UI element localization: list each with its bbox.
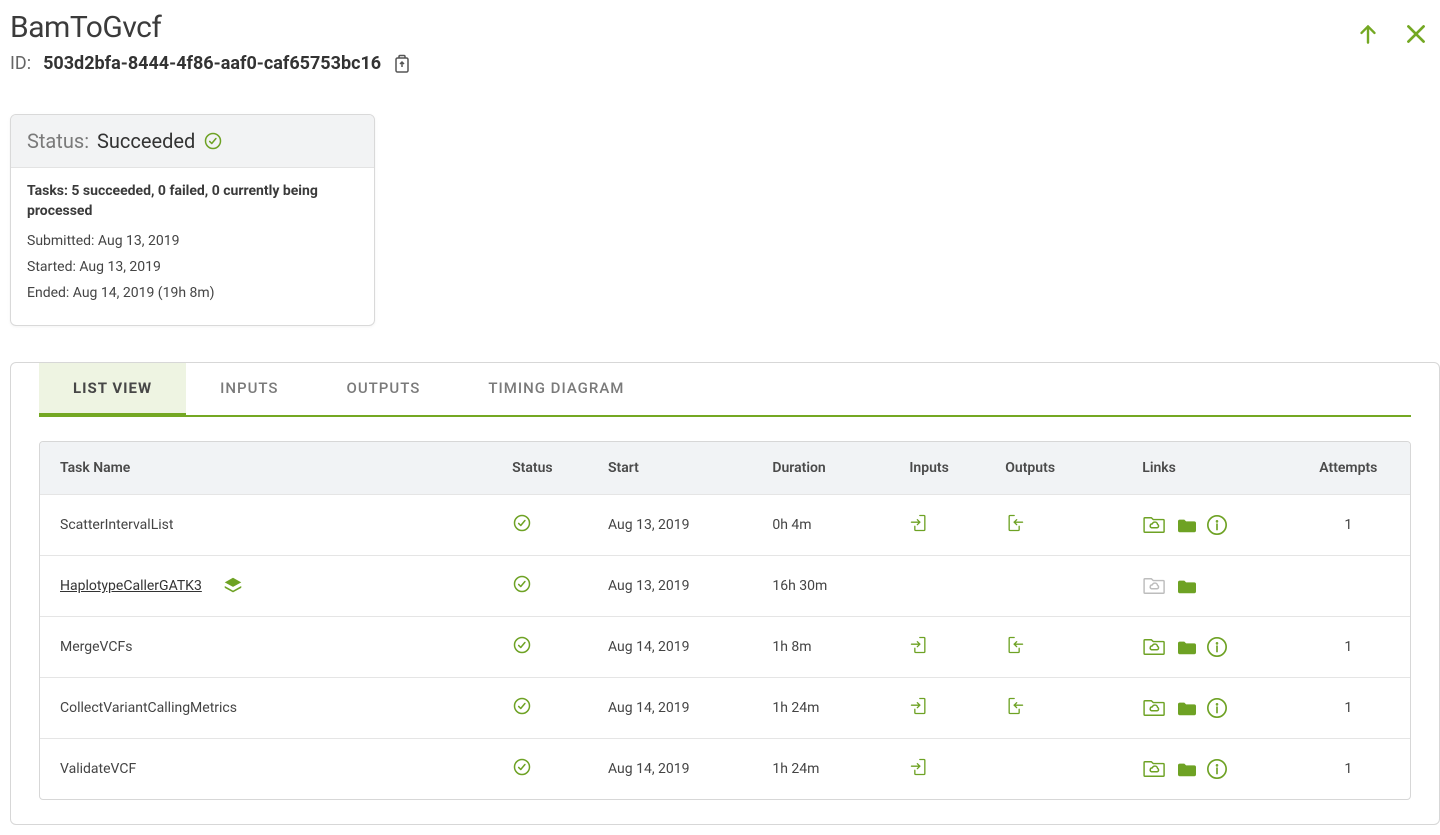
col-task-name[interactable]: Task Name	[40, 442, 492, 495]
inputs-icon[interactable]	[909, 696, 929, 716]
duration-cell: 0h 4m	[752, 495, 889, 556]
id-label: ID:	[10, 53, 31, 74]
start-cell: Aug 13, 2019	[588, 556, 752, 617]
check-circle-icon	[512, 574, 532, 594]
cloud-folder-icon[interactable]	[1142, 637, 1168, 657]
info-icon[interactable]	[1206, 697, 1228, 719]
status-label: Status:	[27, 129, 89, 153]
tab-inputs[interactable]: INPUTS	[186, 363, 312, 415]
check-circle-icon	[512, 635, 532, 655]
col-start[interactable]: Start	[588, 442, 752, 495]
info-icon[interactable]	[1206, 758, 1228, 780]
ended-line: Ended: Aug 14, 2019 (19h 8m)	[27, 285, 358, 301]
tab-outputs[interactable]: OUTPUTS	[313, 363, 455, 415]
tab-list-view[interactable]: LIST VIEW	[39, 363, 186, 417]
folder-icon[interactable]	[1176, 760, 1198, 778]
check-circle-icon	[512, 757, 532, 777]
check-circle-icon	[203, 131, 223, 151]
cloud-folder-icon[interactable]	[1142, 759, 1168, 779]
task-name: ValidateVCF	[60, 761, 136, 777]
start-cell: Aug 14, 2019	[588, 617, 752, 678]
col-links[interactable]: Links	[1122, 442, 1286, 495]
start-cell: Aug 14, 2019	[588, 739, 752, 800]
attempts-cell: 1	[1287, 617, 1410, 678]
submitted-line: Submitted: Aug 13, 2019	[27, 233, 358, 249]
page-title: BamToGvcf	[10, 10, 411, 45]
info-icon[interactable]	[1206, 514, 1228, 536]
col-outputs[interactable]: Outputs	[985, 442, 1122, 495]
outputs-icon[interactable]	[1005, 635, 1025, 655]
table-row: ScatterIntervalList Aug 13, 20190h 4m 1	[40, 495, 1410, 556]
cloud-folder-icon[interactable]	[1142, 698, 1168, 718]
col-status[interactable]: Status	[492, 442, 588, 495]
folder-icon[interactable]	[1176, 699, 1198, 717]
table-row: ValidateVCF Aug 14, 20191h 24m 1	[40, 739, 1410, 800]
attempts-cell	[1287, 556, 1410, 617]
status-card: Status: Succeeded Tasks: 5 succeeded, 0 …	[10, 114, 375, 326]
duration-cell: 1h 8m	[752, 617, 889, 678]
status-value: Succeeded	[97, 129, 195, 153]
check-circle-icon	[512, 513, 532, 533]
duration-cell: 1h 24m	[752, 678, 889, 739]
table-row: MergeVCFs Aug 14, 20191h 8m 1	[40, 617, 1410, 678]
started-line: Started: Aug 13, 2019	[27, 259, 358, 275]
table-row: HaplotypeCallerGATK3 Aug 13, 201916h 30m	[40, 556, 1410, 617]
attempts-cell: 1	[1287, 678, 1410, 739]
id-value: 503d2bfa-8444-4f86-aaf0-caf65753bc16	[43, 53, 381, 74]
outputs-icon[interactable]	[1005, 513, 1025, 533]
tasks-table: Task Name Status Start Duration Inputs O…	[40, 442, 1410, 799]
folder-icon[interactable]	[1176, 577, 1198, 595]
folder-icon[interactable]	[1176, 516, 1198, 534]
start-cell: Aug 14, 2019	[588, 678, 752, 739]
col-duration[interactable]: Duration	[752, 442, 889, 495]
close-icon[interactable]	[1402, 20, 1430, 48]
task-name: CollectVariantCallingMetrics	[60, 700, 237, 716]
col-attempts[interactable]: Attempts	[1287, 442, 1410, 495]
table-row: CollectVariantCallingMetrics Aug 14, 201…	[40, 678, 1410, 739]
inputs-icon[interactable]	[909, 757, 929, 777]
cloud-folder-icon	[1142, 576, 1168, 596]
check-circle-icon	[512, 696, 532, 716]
attempts-cell: 1	[1287, 495, 1410, 556]
outputs-icon[interactable]	[1005, 696, 1025, 716]
inputs-icon[interactable]	[909, 513, 929, 533]
tab-timing-diagram[interactable]: TIMING DIAGRAM	[454, 363, 658, 415]
task-name: MergeVCFs	[60, 639, 132, 655]
col-inputs[interactable]: Inputs	[889, 442, 985, 495]
start-cell: Aug 13, 2019	[588, 495, 752, 556]
tabs-panel: LIST VIEWINPUTSOUTPUTSTIMING DIAGRAM Tas…	[10, 362, 1440, 825]
tabs-bar: LIST VIEWINPUTSOUTPUTSTIMING DIAGRAM	[39, 363, 1411, 417]
tasks-summary: Tasks: 5 succeeded, 0 failed, 0 currentl…	[27, 182, 358, 221]
duration-cell: 1h 24m	[752, 739, 889, 800]
stack-icon[interactable]	[222, 575, 244, 597]
task-name[interactable]: HaplotypeCallerGATK3	[60, 578, 202, 594]
inputs-icon[interactable]	[909, 635, 929, 655]
duration-cell: 16h 30m	[752, 556, 889, 617]
clipboard-copy-icon[interactable]	[393, 54, 411, 74]
folder-icon[interactable]	[1176, 638, 1198, 656]
info-icon[interactable]	[1206, 636, 1228, 658]
scroll-up-icon[interactable]	[1354, 20, 1382, 48]
task-name: ScatterIntervalList	[60, 517, 173, 533]
cloud-folder-icon[interactable]	[1142, 515, 1168, 535]
attempts-cell: 1	[1287, 739, 1410, 800]
